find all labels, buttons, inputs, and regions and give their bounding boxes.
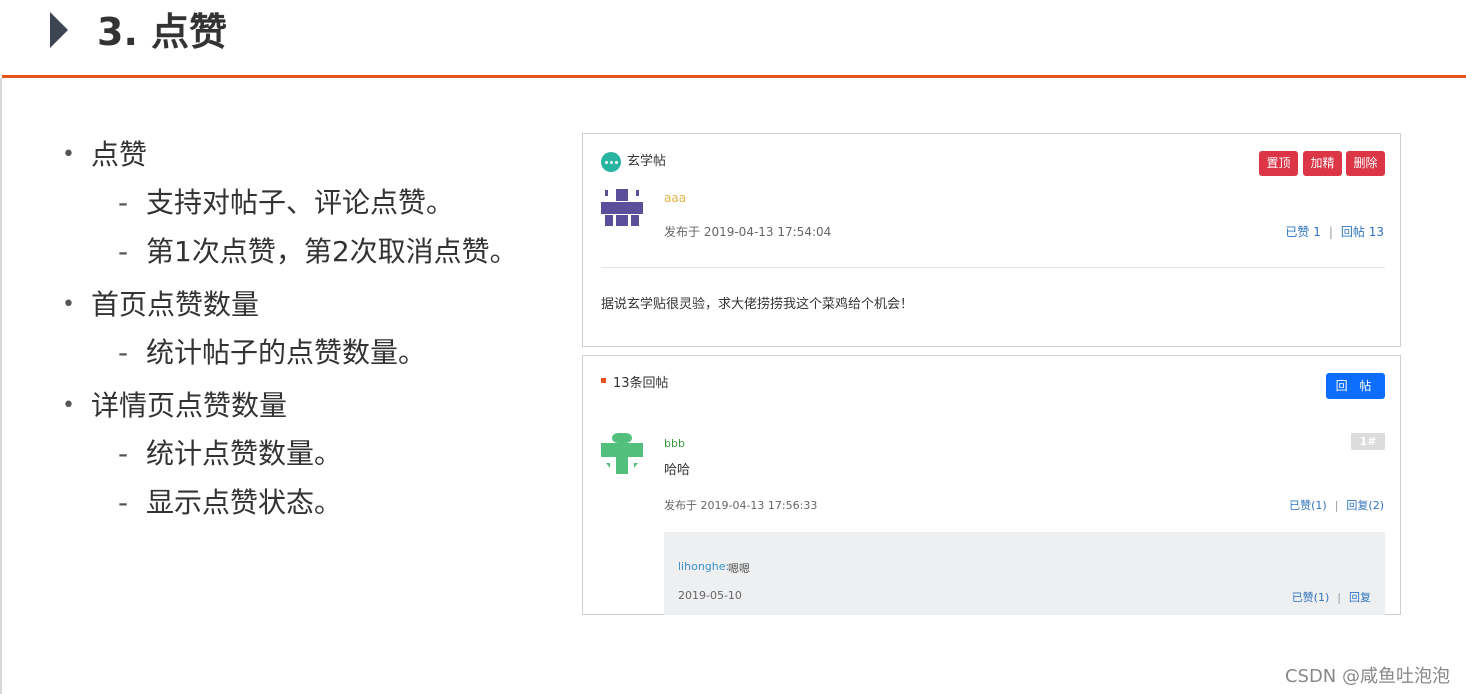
reply-count-link[interactable]: 回帖 13	[1341, 225, 1384, 239]
slide-left-border	[0, 78, 2, 694]
sub-bullet-item: 显示点赞状态。	[62, 478, 518, 527]
replies-card: 13条回帖 回 帖 bbb 1# 哈哈 发布于 2019-04-13 17:56…	[582, 355, 1401, 615]
sub-bullet-item: 第1次点赞，第2次取消点赞。	[62, 227, 518, 276]
title-divider	[2, 75, 1466, 78]
chat-bubble-icon	[601, 152, 621, 172]
sub-reply-user-link[interactable]: lihonghe:	[678, 560, 729, 573]
sub-reply-reply-link[interactable]: 回复	[1349, 591, 1371, 604]
replies-header: 13条回帖	[613, 376, 669, 391]
bullet-item: 点赞	[62, 132, 518, 178]
sub-reply-stats: 已赞(1) | 回复	[1292, 589, 1371, 605]
sub-bullet-item: 统计点赞数量。	[62, 429, 518, 478]
reply-reply-link[interactable]: 回复(2)	[1346, 499, 1384, 512]
post-body: 据说玄学贴很灵验，求大佬捞捞我这个菜鸡给个机会！	[601, 297, 914, 312]
reply-stats: 已赞(1) | 回复(2)	[1289, 497, 1384, 513]
section-marker	[601, 378, 606, 383]
bullet-item: 详情页点赞数量	[62, 383, 518, 429]
post-author-link[interactable]: aaa	[664, 191, 686, 205]
identicon-avatar-bbb[interactable]	[601, 433, 643, 475]
sub-reply-box: lihonghe: 嗯嗯 2019-05-10 已赞(1) | 回复	[664, 532, 1385, 615]
reply-button[interactable]: 回 帖	[1326, 373, 1385, 399]
feature-button[interactable]: 加精	[1303, 151, 1342, 176]
reply-timestamp: 发布于 2019-04-13 17:56:33	[664, 499, 818, 512]
identicon-avatar-aaa[interactable]	[601, 189, 643, 227]
slide-header: 3. 点赞	[0, 0, 1466, 78]
sub-reply-date: 2019-05-10	[678, 589, 742, 602]
sub-reply-text: 嗯嗯	[728, 562, 750, 575]
slide-arrow-icon	[50, 12, 68, 48]
reply-like-link[interactable]: 已赞(1)	[1289, 499, 1327, 512]
pin-button[interactable]: 置顶	[1259, 151, 1298, 176]
sub-bullet-item: 统计帖子的点赞数量。	[62, 328, 518, 377]
watermark-text: CSDN @咸鱼吐泡泡	[1284, 666, 1450, 687]
delete-button[interactable]: 删除	[1346, 151, 1385, 176]
post-stats: 已赞 1 | 回帖 13	[1285, 223, 1384, 240]
post-card: 玄学帖 置顶 加精 删除 aaa 发布于 2019-04-13 17:54:04…	[582, 133, 1401, 347]
separator: |	[1337, 591, 1341, 604]
sub-bullet-item: 支持对帖子、评论点赞。	[62, 178, 518, 227]
slide-title: 3. 点赞	[97, 10, 228, 54]
bullet-list: 点赞 支持对帖子、评论点赞。 第1次点赞，第2次取消点赞。 首页点赞数量 统计帖…	[62, 132, 518, 527]
reply-author-link[interactable]: bbb	[664, 437, 685, 450]
post-category: 玄学帖	[627, 154, 667, 169]
floor-badge: 1#	[1351, 433, 1385, 450]
reply-text: 哈哈	[664, 463, 691, 478]
post-timestamp: 发布于 2019-04-13 17:54:04	[664, 225, 832, 239]
separator: |	[1328, 225, 1333, 239]
divider	[601, 267, 1385, 268]
bullet-item: 首页点赞数量	[62, 282, 518, 328]
separator: |	[1334, 499, 1339, 512]
sub-reply-like-link[interactable]: 已赞(1)	[1292, 591, 1330, 604]
like-link[interactable]: 已赞 1	[1285, 225, 1320, 239]
